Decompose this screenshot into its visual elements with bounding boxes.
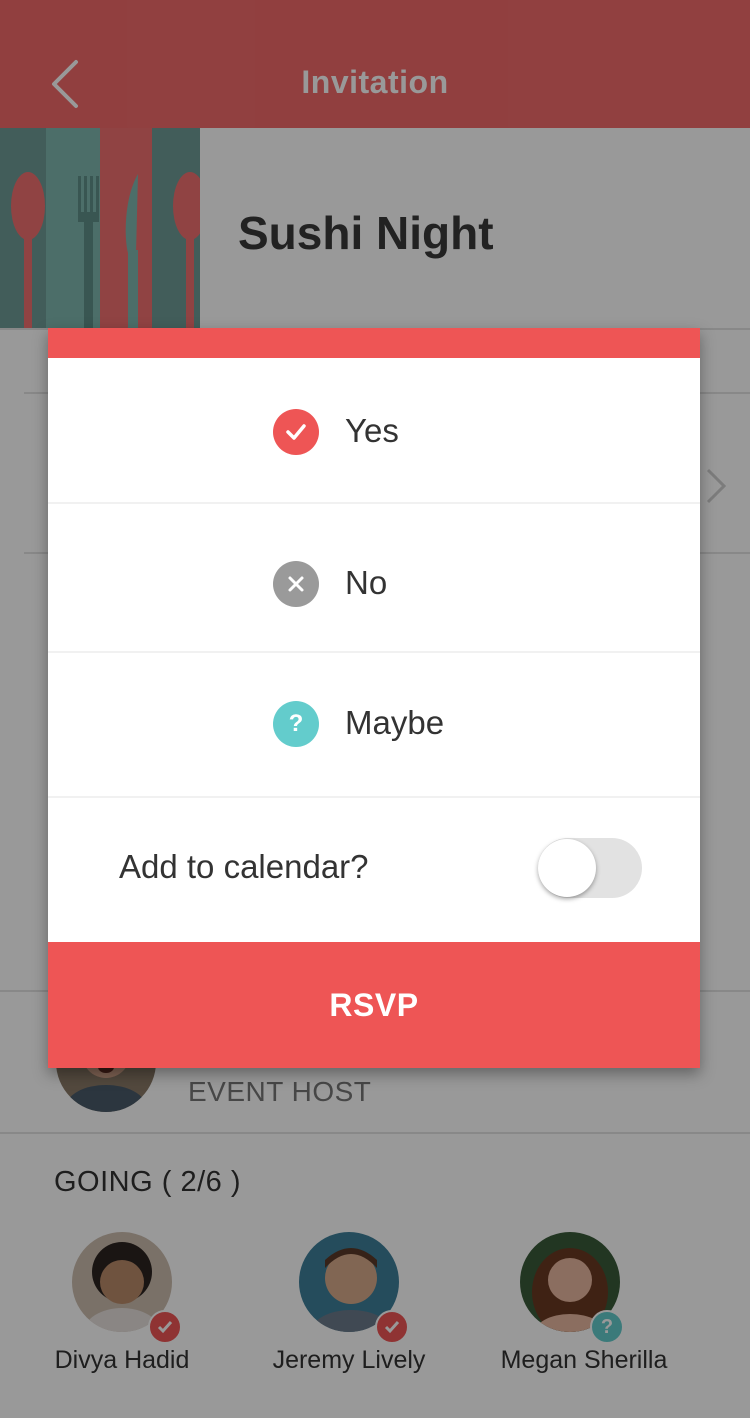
rsvp-option-label: Yes — [345, 412, 399, 449]
rsvp-dialog: Yes No ? Maybe Add to calendar? RSVP — [48, 328, 700, 1068]
rsvp-option-maybe[interactable]: ? Maybe — [48, 653, 700, 798]
rsvp-option-label: No — [345, 564, 388, 601]
dialog-accent-bar — [48, 328, 700, 358]
rsvp-submit-button[interactable]: RSVP — [48, 942, 700, 1068]
add-to-calendar-label: Add to calendar? — [119, 848, 369, 885]
check-circle-icon — [273, 409, 319, 455]
x-circle-icon — [273, 561, 319, 607]
rsvp-option-label: Maybe — [345, 704, 445, 741]
rsvp-option-no[interactable]: No — [48, 504, 700, 653]
question-circle-icon: ? — [273, 701, 319, 747]
rsvp-option-yes[interactable]: Yes — [48, 358, 700, 504]
toggle-knob — [538, 839, 596, 897]
add-to-calendar-toggle[interactable] — [538, 838, 642, 898]
